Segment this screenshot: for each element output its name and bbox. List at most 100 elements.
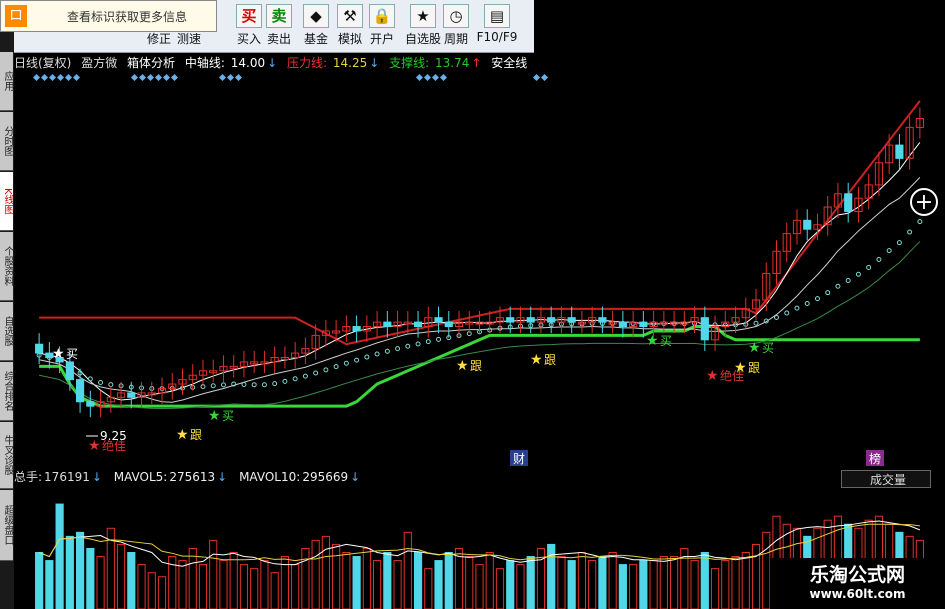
toolbar-button[interactable]: ▤ F10/F9 — [474, 2, 520, 50]
toolbar-button-label: F10/F9 — [476, 30, 518, 44]
logo-icon[interactable]: ロ — [5, 5, 27, 27]
volume-bar — [424, 568, 433, 609]
toolbar-button[interactable]: ⚒ 模拟 — [334, 2, 366, 50]
buy-icon: 买 — [236, 4, 262, 28]
volume-bar — [618, 564, 627, 609]
sidebar-tab[interactable]: 分时图 — [0, 112, 13, 171]
follow-star-icon: ★ — [176, 427, 189, 443]
ma-dot — [845, 278, 851, 284]
kline-chart[interactable]: ★ 买★ 买★ 买 ★ 买★ 跟★ 跟 ★ 跟 ★ 跟★ 绝佳★ 绝佳9.25财榜 — [14, 72, 945, 466]
volume-bar — [393, 560, 402, 609]
ma-dot — [917, 219, 923, 225]
period-label[interactable]: 日线(复权) — [14, 56, 71, 70]
pressure-line-value: 14.25 — [332, 56, 368, 70]
sell-icon: 卖 — [266, 4, 292, 28]
sidebar: 应用 分时图 K线图 个股资料 自选股 综合排名 牛叉诊股 超级盘口 — [0, 0, 14, 609]
ma-dot — [87, 376, 93, 382]
buy-label: 买 — [660, 334, 672, 348]
signal-markers: ★ 买★ 买★ 买 ★ 买★ 跟★ 跟 ★ 跟 ★ 跟★ 绝佳★ 绝佳9.25财榜 — [52, 333, 884, 466]
candle-down — [598, 317, 607, 323]
ma-dot — [282, 378, 288, 384]
volume-bar — [485, 552, 494, 609]
ma-dot — [364, 354, 370, 360]
volume-bar — [495, 568, 505, 609]
ma-dot — [108, 382, 114, 388]
finance-badge-label: 财 — [513, 452, 525, 466]
tooltip: ロ 查看标识获取更多信息 — [0, 0, 217, 32]
candle-down — [76, 379, 85, 403]
toolbar-button[interactable]: 卖卖出 — [264, 2, 294, 50]
watermark-title: 乐淘公式网 — [809, 564, 905, 586]
volume-bar — [567, 560, 576, 609]
toolbar-button[interactable]: ★ 自选股 — [404, 2, 442, 50]
signal-diamond — [439, 73, 448, 82]
signal-diamond — [72, 73, 81, 82]
candle-down — [127, 392, 136, 398]
sidebar-tab[interactable]: K线图 — [0, 172, 13, 231]
toolbar-button-label: 基金 — [303, 32, 328, 46]
sidebar-tab[interactable]: 综合排名 — [0, 362, 13, 421]
toolbar-button[interactable]: 🔒 开户 — [366, 2, 398, 50]
mid-line-label: 中轴线: — [184, 56, 225, 70]
sidebar-tab[interactable]: 个股资料 — [0, 232, 13, 301]
signal-diamond — [540, 73, 549, 82]
clock-icon: ◷ — [443, 4, 469, 28]
watermark: 乐淘公式网 www.60lt.com — [770, 558, 945, 609]
volume-bar — [710, 568, 720, 609]
watermark-url: www.60lt.com — [809, 587, 906, 601]
volume-bar — [731, 556, 740, 609]
volume-indicator-select[interactable]: 成交量 — [841, 470, 931, 488]
candle-down — [844, 193, 853, 212]
buy-label: 买 — [762, 341, 774, 355]
signal-diamond — [162, 73, 171, 82]
candle-down — [547, 317, 556, 323]
signal-diamond — [234, 73, 243, 82]
candle-down — [413, 321, 423, 328]
signal-diamond — [32, 73, 41, 82]
toolbar-button[interactable]: ◆ 基金 — [300, 2, 332, 50]
indicator-infobar: 日线(复权) 盈方微 箱体分析 中轴线: 14.00 ↓ 压力线: 14.25 ↓ … — [14, 54, 945, 72]
signal-diamond — [423, 73, 432, 82]
volume-bar — [639, 560, 648, 609]
signal-diamond — [146, 73, 155, 82]
toolbar-button[interactable]: 买买入 — [234, 2, 264, 50]
volume-bar — [413, 552, 423, 609]
candle-down — [35, 343, 44, 354]
ma-dot — [415, 341, 421, 347]
volume-bar — [700, 552, 709, 609]
ma-dot — [855, 271, 861, 277]
volume-bar — [547, 543, 556, 609]
signal-diamond — [431, 73, 440, 82]
volume-bar — [270, 572, 279, 609]
candle-down — [567, 317, 576, 323]
volume-bar — [147, 572, 156, 609]
candle-down — [803, 219, 812, 230]
rank-badge-label: 榜 — [869, 451, 881, 466]
sidebar-tab[interactable]: 自选股 — [0, 302, 13, 361]
volume-bar — [209, 539, 218, 609]
volume-bar — [157, 576, 167, 609]
fund-icon: ◆ — [303, 4, 329, 28]
sidebar-tab[interactable]: 应用 — [0, 52, 13, 111]
volume-bar — [721, 560, 730, 609]
volume-bar — [362, 547, 371, 609]
buy-star-icon: ★ — [208, 408, 221, 424]
ma-dot — [343, 360, 349, 366]
sidebar-tab[interactable]: 超级盘口 — [0, 490, 13, 561]
volume-bar — [291, 564, 300, 609]
ma-dot — [292, 376, 298, 382]
indicator-name[interactable]: 盈方微 — [81, 56, 117, 70]
ma-dot — [886, 248, 892, 254]
volume-bar — [659, 556, 668, 609]
indicator-box-analysis[interactable]: 箱体分析 — [127, 56, 175, 70]
sidebar-tab[interactable]: 牛叉诊股 — [0, 422, 13, 489]
follow-star-icon: ★ — [530, 352, 543, 368]
ma-dot — [825, 290, 831, 296]
ma-dot — [876, 256, 882, 262]
zoom-in-icon[interactable]: + — [910, 188, 938, 216]
star-folder-icon: ★ — [410, 4, 436, 28]
lock-icon: 🔒 — [369, 4, 395, 28]
toolbar-button[interactable]: ◷ 周期 — [439, 2, 473, 50]
volume-bar — [332, 543, 341, 609]
volume-bar — [762, 531, 771, 609]
